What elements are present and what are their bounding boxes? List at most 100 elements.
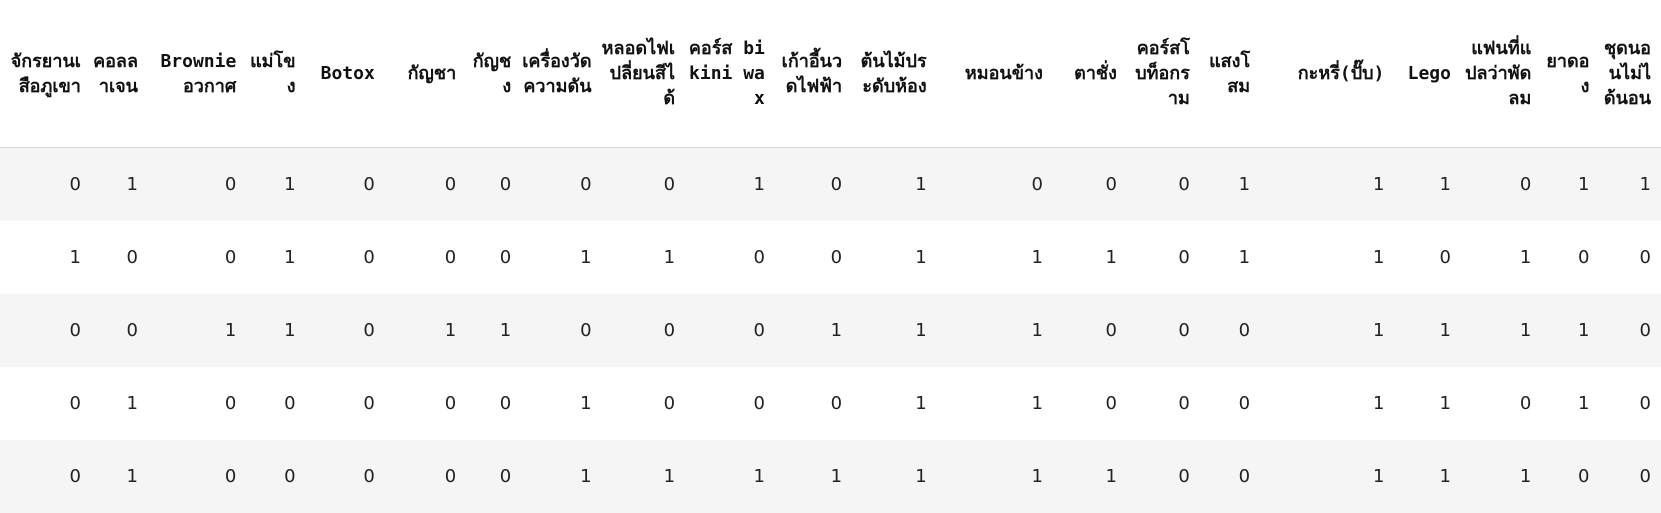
column-header: เก้าอี้นวดไฟฟ้า — [775, 0, 852, 148]
table-row: 010000011111110011100 — [0, 440, 1661, 513]
table-cell: 1 — [775, 440, 852, 513]
table-cell: 1 — [1200, 221, 1260, 294]
table-cell: 0 — [306, 440, 385, 513]
table-cell: 0 — [1599, 221, 1661, 294]
header-row: จักรยานเสือภูเขาคอลลาเจนBrownie อวกาศแม่… — [0, 0, 1661, 148]
table-cell: 1 — [852, 221, 937, 294]
table-cell: 1 — [246, 221, 305, 294]
column-header: Brownie อวกาศ — [148, 0, 246, 148]
column-header: เครื่องวัดความดัน — [521, 0, 601, 148]
table-cell: 0 — [685, 294, 775, 367]
table-cell: 1 — [91, 148, 148, 222]
table-cell: 0 — [306, 221, 385, 294]
table-cell: 1 — [91, 440, 148, 513]
table-cell: 1 — [1461, 440, 1541, 513]
table-cell: 0 — [246, 440, 305, 513]
table-cell: 0 — [1541, 440, 1599, 513]
table-cell: 1 — [91, 367, 148, 440]
table-cell: 1 — [148, 294, 246, 367]
column-header: คอร์สโบท็อกราม — [1127, 0, 1200, 148]
table-cell: 0 — [685, 367, 775, 440]
table-cell: 1 — [602, 440, 686, 513]
table-cell: 0 — [385, 440, 466, 513]
table-cell: 0 — [602, 148, 686, 222]
table-cell: 1 — [1599, 148, 1661, 222]
table-row: 010000010001100011010 — [0, 367, 1661, 440]
table-cell: 0 — [602, 294, 686, 367]
table-cell: 0 — [1127, 440, 1200, 513]
column-header: ยาดอง — [1541, 0, 1599, 148]
column-header: จักรยานเสือภูเขา — [0, 0, 91, 148]
table-cell: 1 — [246, 148, 305, 222]
table-cell: 1 — [1260, 221, 1394, 294]
table-cell: 1 — [521, 440, 601, 513]
table-cell: 0 — [466, 440, 521, 513]
table-cell: 0 — [246, 367, 305, 440]
table-header: จักรยานเสือภูเขาคอลลาเจนBrownie อวกาศแม่… — [0, 0, 1661, 148]
table-cell: 1 — [602, 221, 686, 294]
table-cell: 1 — [1260, 367, 1394, 440]
column-header: แม่โขง — [246, 0, 305, 148]
table-cell: 0 — [937, 148, 1053, 222]
table-cell: 1 — [1053, 221, 1127, 294]
table-cell: 1 — [937, 294, 1053, 367]
column-header: ชุดนอนไม่ได้นอน — [1599, 0, 1661, 148]
table-cell: 1 — [937, 367, 1053, 440]
table-cell: 0 — [521, 148, 601, 222]
table-cell: 0 — [0, 440, 91, 513]
table-cell: 0 — [1200, 367, 1260, 440]
table-cell: 1 — [1461, 221, 1541, 294]
table-cell: 1 — [852, 148, 937, 222]
table-row: 010100000101000111011 — [0, 148, 1661, 222]
table-cell: 0 — [1127, 221, 1200, 294]
table-cell: 0 — [1541, 221, 1599, 294]
column-header: Lego — [1394, 0, 1461, 148]
table-cell: 0 — [1461, 367, 1541, 440]
table-cell: 0 — [148, 221, 246, 294]
table-cell: 1 — [246, 294, 305, 367]
table-cell: 0 — [1127, 294, 1200, 367]
table-cell: 1 — [1461, 294, 1541, 367]
column-header: ต้นไม้ประดับห้อง — [852, 0, 937, 148]
column-header: แฟนที่แปลว่าพัดลม — [1461, 0, 1541, 148]
table-cell: 1 — [1260, 294, 1394, 367]
table-cell: 1 — [1200, 148, 1260, 222]
table-cell: 1 — [937, 440, 1053, 513]
table-cell: 0 — [466, 367, 521, 440]
column-header: Botox — [306, 0, 385, 148]
table-cell: 1 — [1260, 148, 1394, 222]
table-cell: 0 — [466, 148, 521, 222]
table-cell: 0 — [1200, 294, 1260, 367]
table-cell: 1 — [1394, 294, 1461, 367]
table-cell: 0 — [0, 294, 91, 367]
table-cell: 0 — [1599, 440, 1661, 513]
table-body: 0101000001010001110111001000110011101101… — [0, 148, 1661, 513]
table-cell: 0 — [0, 367, 91, 440]
table-cell: 0 — [775, 367, 852, 440]
table-cell: 0 — [385, 148, 466, 222]
column-header: คอลลาเจน — [91, 0, 148, 148]
column-header: กัญชง — [466, 0, 521, 148]
table-cell: 1 — [1394, 148, 1461, 222]
table-cell: 1 — [685, 148, 775, 222]
column-header: กัญชา — [385, 0, 466, 148]
table-cell: 1 — [1394, 367, 1461, 440]
table-cell: 1 — [775, 294, 852, 367]
table-cell: 0 — [91, 221, 148, 294]
table-cell: 1 — [852, 294, 937, 367]
table-row: 100100011001110110100 — [0, 221, 1661, 294]
table-cell: 0 — [0, 148, 91, 222]
table-cell: 1 — [521, 221, 601, 294]
table-cell: 1 — [1053, 440, 1127, 513]
data-table: จักรยานเสือภูเขาคอลลาเจนBrownie อวกาศแม่… — [0, 0, 1661, 513]
table-cell: 1 — [385, 294, 466, 367]
table-cell: 0 — [385, 221, 466, 294]
table-cell: 0 — [306, 367, 385, 440]
table-cell: 0 — [1127, 367, 1200, 440]
table-cell: 0 — [1127, 148, 1200, 222]
table-cell: 1 — [0, 221, 91, 294]
table-cell: 1 — [1260, 440, 1394, 513]
column-header: หลอดไฟเปลี่ยนสีได้ — [602, 0, 686, 148]
table-cell: 0 — [91, 294, 148, 367]
table-cell: 0 — [602, 367, 686, 440]
